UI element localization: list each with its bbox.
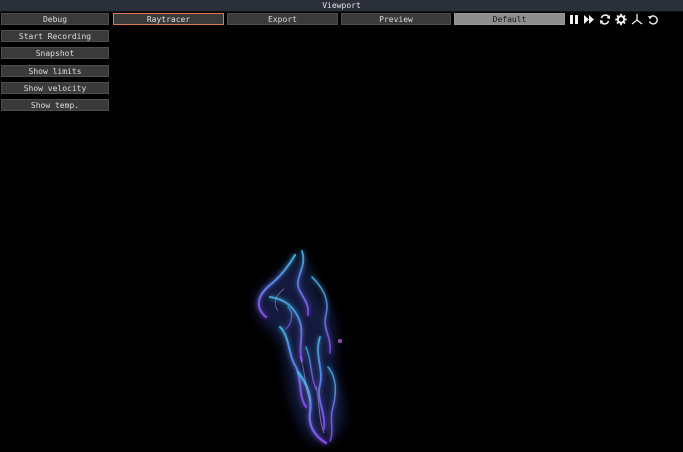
snapshot-button[interactable]: Snapshot — [1, 47, 109, 59]
reset-camera-icon[interactable] — [647, 13, 659, 26]
preset-dropdown[interactable]: Default — [454, 13, 565, 25]
gear-icon[interactable] — [615, 13, 627, 26]
show-limits-button[interactable]: Show limits — [1, 65, 109, 77]
pause-icon[interactable] — [568, 13, 580, 26]
render-viewport[interactable] — [0, 12, 683, 452]
reload-icon[interactable] — [599, 13, 611, 26]
smoke-simulation-render — [254, 250, 345, 445]
show-velocity-button[interactable]: Show velocity — [1, 82, 109, 94]
show-temp-button[interactable]: Show temp. — [1, 99, 109, 111]
tab-preview[interactable]: Preview — [341, 13, 451, 25]
axes-icon[interactable] — [631, 13, 643, 26]
window-title: Viewport — [0, 0, 683, 12]
tab-raytracer[interactable]: Raytracer — [113, 13, 224, 25]
tab-debug[interactable]: Debug — [1, 13, 109, 25]
start-recording-button[interactable]: Start Recording — [1, 30, 109, 42]
fast-forward-icon[interactable] — [583, 13, 595, 26]
tab-export[interactable]: Export — [227, 13, 338, 25]
